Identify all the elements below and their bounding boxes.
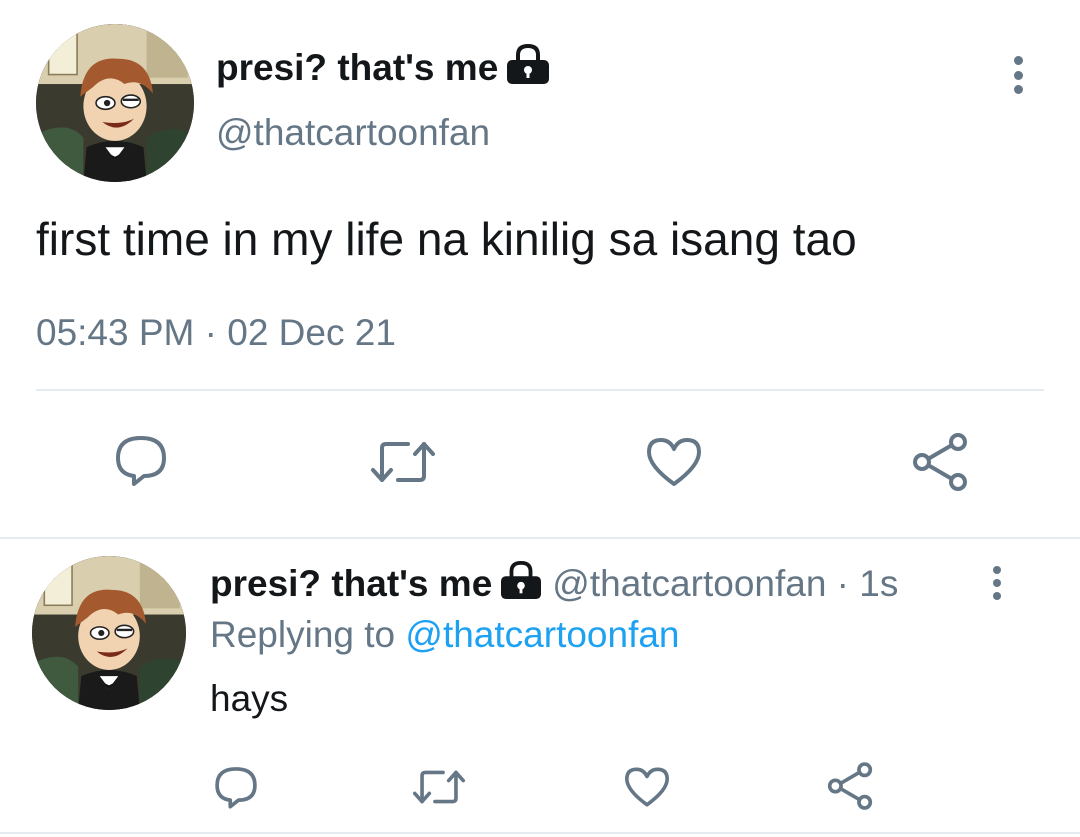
cartoon-avatar (32, 556, 186, 710)
section-divider (0, 537, 1080, 539)
like-icon (647, 438, 701, 486)
cartoon-avatar (36, 24, 194, 182)
tweet-text: first time in my life na kinilig sa isan… (36, 213, 857, 265)
share-button[interactable] (908, 430, 972, 494)
share-icon (827, 762, 873, 810)
share-button[interactable] (824, 760, 876, 812)
reply-button[interactable] (212, 764, 260, 810)
retweet-icon (412, 770, 466, 804)
reply-time[interactable]: 1s (859, 563, 898, 605)
lock-icon (498, 560, 544, 609)
replying-to-line: Replying to @thatcartoonfan (210, 614, 680, 656)
retweet-button[interactable] (368, 436, 438, 488)
reply-icon (116, 436, 166, 486)
like-icon (625, 767, 669, 807)
meta-separator: · (826, 563, 860, 604)
share-icon (913, 433, 967, 491)
like-button[interactable] (622, 764, 672, 810)
bottom-divider (0, 832, 1080, 834)
retweet-icon (371, 442, 435, 482)
display-name-text: presi? that's me (210, 563, 493, 604)
main-handle[interactable]: @thatcartoonfan (216, 112, 490, 154)
tweet-timestamp[interactable]: 05:43 PM · 02 Dec 21 (36, 312, 396, 354)
vertical-dots-icon[interactable] (1012, 56, 1024, 94)
reply-icon (215, 767, 257, 809)
reply-header: presi? that's me @thatcartoonfan · 1s (210, 560, 898, 609)
like-button[interactable] (643, 434, 705, 490)
display-name-text: presi? that's me (216, 47, 499, 88)
reply-text: hays (210, 678, 289, 719)
replying-to-link[interactable]: @thatcartoonfan (405, 614, 679, 655)
retweet-button[interactable] (410, 766, 468, 808)
vertical-dots-icon[interactable] (992, 566, 1002, 600)
main-avatar[interactable] (36, 24, 194, 182)
divider (36, 389, 1044, 391)
reply-handle[interactable]: @thatcartoonfan (552, 563, 826, 605)
replying-to-label: Replying to (210, 614, 396, 655)
lock-icon (504, 43, 552, 94)
reply-button[interactable] (112, 432, 170, 488)
main-display-name[interactable]: presi? that's me (216, 43, 552, 90)
reply-avatar[interactable] (32, 556, 186, 710)
reply-display-name[interactable]: presi? that's me (210, 560, 544, 609)
